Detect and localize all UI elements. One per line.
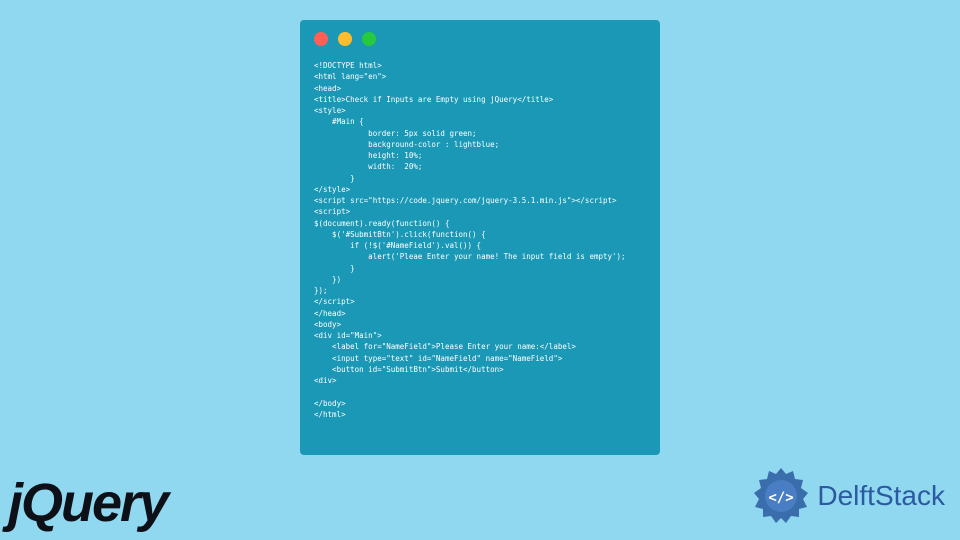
code-line: border: 5px solid green;: [314, 129, 477, 138]
code-line: </html>: [314, 410, 346, 419]
code-line: <button id="SubmitBtn">Submit</button>: [314, 365, 504, 374]
code-line: }: [314, 174, 355, 183]
code-line: <div>: [314, 376, 337, 385]
code-window: <!DOCTYPE html> <html lang="en"> <head> …: [300, 20, 660, 455]
gear-icon: </>: [751, 466, 811, 526]
code-line: </style>: [314, 185, 350, 194]
code-line: <script>: [314, 207, 350, 216]
jquery-logo: jQuery: [8, 472, 167, 534]
window-controls: [314, 32, 646, 46]
code-line: width: 20%;: [314, 162, 422, 171]
code-line: #Main {: [314, 117, 364, 126]
code-content: <!DOCTYPE html> <html lang="en"> <head> …: [314, 60, 646, 420]
code-line: <input type="text" id="NameField" name="…: [314, 354, 562, 363]
minimize-icon: [338, 32, 352, 46]
code-line: }: [314, 264, 355, 273]
delftstack-logo: </> DelftStack: [751, 466, 945, 526]
code-line: <label for="NameField">Please Enter your…: [314, 342, 576, 351]
code-line: });: [314, 286, 328, 295]
code-line: background-color : lightblue;: [314, 140, 499, 149]
code-line: $(document).ready(function() {: [314, 219, 449, 228]
code-line: <html lang="en">: [314, 72, 386, 81]
code-line: $('#SubmitBtn').click(function() {: [314, 230, 486, 239]
code-line: height: 10%;: [314, 151, 422, 160]
code-line: if (!$('#NameField').val()) {: [314, 241, 481, 250]
code-line: }): [314, 275, 341, 284]
code-line: <style>: [314, 106, 346, 115]
code-line: </script>: [314, 297, 355, 306]
code-line: alert('Pleae Enter your name! The input …: [314, 252, 626, 261]
code-line: <head>: [314, 84, 341, 93]
maximize-icon: [362, 32, 376, 46]
close-icon: [314, 32, 328, 46]
svg-text:</>: </>: [769, 490, 794, 506]
code-line: </body>: [314, 399, 346, 408]
code-line: <body>: [314, 320, 341, 329]
code-line: <script src="https://code.jquery.com/jqu…: [314, 196, 617, 205]
code-line: <div id="Main">: [314, 331, 382, 340]
code-line: <!DOCTYPE html>: [314, 61, 382, 70]
code-line: <title>Check if Inputs are Empty using j…: [314, 95, 553, 104]
delftstack-text: DelftStack: [817, 480, 945, 512]
code-line: </head>: [314, 309, 346, 318]
